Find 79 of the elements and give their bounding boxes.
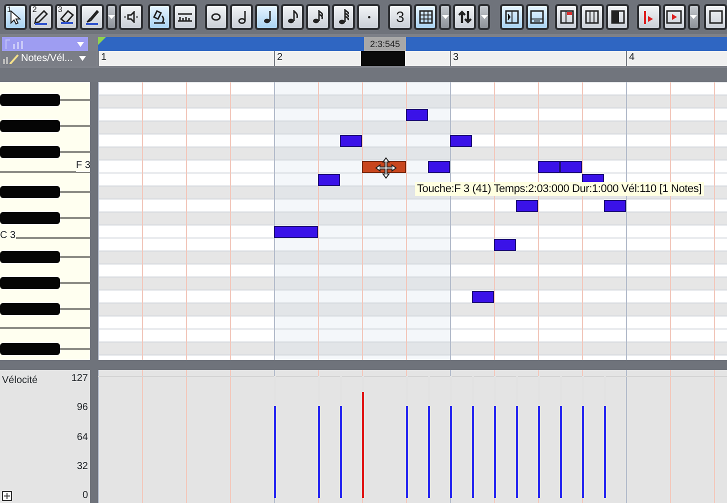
tool-number: 1 [7,6,12,14]
toolbar-button[interactable] [414,4,438,30]
whole-note-icon [211,13,222,21]
toolbar-button[interactable] [453,4,476,30]
layout-icon [610,10,625,24]
toolbar-button[interactable]: 2 [29,4,53,30]
toolbar-button[interactable] [606,4,630,30]
toolbar-button[interactable] [173,4,197,30]
toolbar-button[interactable] [555,4,578,30]
caret-icon [108,15,115,19]
dropdown-arrow-button[interactable] [106,4,118,30]
toolbar-button[interactable] [526,4,550,30]
lane-label: Vélocité [2,374,38,388]
layout-icon [560,10,574,24]
tool-number: 2 [32,6,37,14]
speaker-icon [123,11,140,23]
axis-tick-label: 127 [71,373,88,384]
panel-icon [708,10,723,24]
caret-icon [78,56,86,61]
toolbar-button[interactable] [148,4,172,30]
caret-icon [480,15,488,19]
toolbar-button[interactable] [704,4,727,30]
toolbar-button[interactable]: 3 [54,4,78,30]
bar-number: 4 [626,51,635,66]
bar-number: 2 [274,51,283,66]
bar-number: 3 [450,51,459,66]
brush-icon [84,10,99,24]
plus-icon[interactable] [2,491,12,501]
film-icon [666,10,682,24]
ruler-icon [176,12,193,22]
toolbar-button[interactable] [280,4,304,30]
dropdown-arrow-button[interactable] [478,4,490,30]
grid-icon [418,10,433,24]
thirty-second-note-icon [338,8,349,26]
panel-icon [530,10,544,24]
up-down-arrows-icon [458,10,472,24]
toolbar-button[interactable] [119,4,143,30]
sixteenth-note-icon [312,10,324,24]
axis-tick-label: 32 [76,460,88,472]
dropdown-arrow-button[interactable] [439,4,452,30]
toolbar-button[interactable] [80,4,104,30]
toolbar-button[interactable] [637,4,661,30]
toolbar-button[interactable] [306,4,330,30]
caret-icon [77,42,84,46]
marker-icon [644,10,654,24]
move-cursor-icon [375,157,397,179]
dot-icon [366,14,371,20]
bar-number: 1 [98,51,107,66]
ruler-selection [361,51,405,66]
eighth-note-icon [286,10,298,24]
toolbar-button[interactable] [580,4,604,30]
toolbar-button[interactable] [230,4,254,30]
bars-pencil-icon [3,53,19,64]
microscope-icon [153,10,166,24]
toolbar-button[interactable] [332,4,356,30]
toolbar-button[interactable] [357,4,380,30]
panel-icon [504,10,519,24]
caret-icon [442,15,449,19]
eraser-icon [60,10,74,24]
tool-number: 3 [58,6,62,14]
toolbar-button[interactable]: 1 [4,4,28,30]
axis-tick-label: 64 [76,432,88,442]
axis-tick-label: 96 [76,402,88,414]
tooltip: Touche:F 3 (41) Temps:2:03:000 Dur:1:000 Vél:110 [1 Notes] [415,182,704,196]
dropdown-arrow-button[interactable] [688,4,700,30]
toolbar-button[interactable] [662,4,686,30]
half-note-icon [238,10,246,24]
toolbar-button[interactable] [255,4,279,30]
start-marker-icon [98,37,106,45]
position-label: 2:3:545 [364,37,406,51]
axis-tick-label: 0 [81,490,88,501]
toolbar-button[interactable] [500,4,524,30]
toolbar-button[interactable] [204,4,228,30]
layout-icon [585,10,600,24]
key-label: F 3 [76,160,90,172]
arrow-pointer-icon [10,10,22,24]
triplet-button[interactable]: 3 [388,4,412,30]
quarter-note-icon [263,10,272,24]
caret-icon [690,15,698,19]
